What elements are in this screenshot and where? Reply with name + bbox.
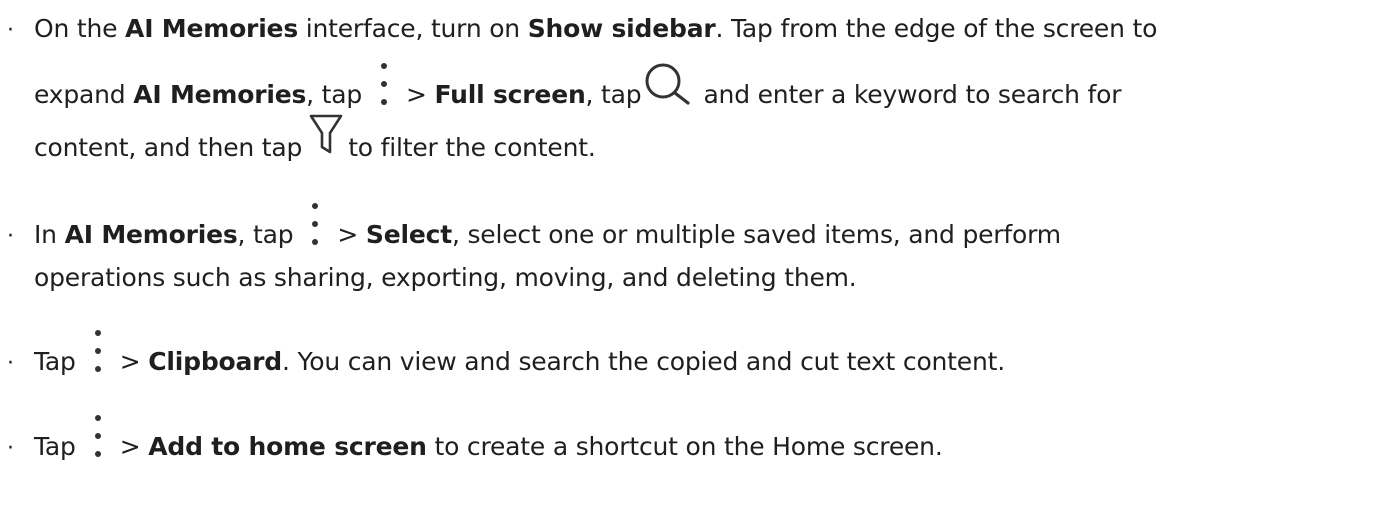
text-span: to create a shortcut on the Home screen. <box>426 432 943 461</box>
text-span: > <box>337 220 366 249</box>
bold-text: Full screen <box>434 80 586 109</box>
text-line: · In AI Memories, tap > Select, select one… <box>7 203 1061 254</box>
text-span: and enter a keyword to search for <box>703 80 1122 109</box>
bullet: · <box>7 436 14 461</box>
text-span: . You can view and search the copied and… <box>281 347 1005 376</box>
text-span: . Tap from the edge of the screen to <box>715 14 1158 43</box>
text-span: , tap <box>306 80 363 109</box>
bold-text: Clipboard <box>148 347 282 376</box>
text-span: interface, turn on <box>298 14 528 43</box>
text-line: · Tap > Add to home screen to create a sho… <box>7 415 943 466</box>
text-span: content, and then tap <box>34 133 303 162</box>
bold-text: AI Memories <box>64 220 238 249</box>
text-span: Tap <box>34 432 76 461</box>
text-span: to filter the content. <box>348 133 596 162</box>
bold-text: AI Memories <box>133 80 307 109</box>
text-line: expand AI Memories, tap > Full screen, ta… <box>34 63 1122 114</box>
text-span: > <box>406 80 435 109</box>
bullet: · <box>7 351 14 376</box>
text-span: > <box>119 432 149 461</box>
bold-text: Add to home screen <box>148 432 427 461</box>
bold-text: AI Memories <box>125 14 298 43</box>
bullet: · <box>7 18 14 43</box>
text-span: > <box>119 347 149 376</box>
text-line: content, and then tap to filter the conte… <box>34 114 596 167</box>
text-span: , tap <box>237 220 294 249</box>
text-span: expand <box>34 80 134 109</box>
text-span: operations such as sharing, exporting, m… <box>34 263 857 292</box>
text-span: , tap <box>585 80 642 109</box>
text-span: Tap <box>34 347 76 376</box>
bold-text: Show sidebar <box>527 14 716 43</box>
text-span: In <box>34 220 65 249</box>
text-line: · Tap > Clipboard. You can view and search… <box>7 330 1005 381</box>
text-span: On the <box>34 14 126 43</box>
text-line: operations such as sharing, exporting, m… <box>34 259 857 297</box>
bold-text: Select <box>365 220 452 249</box>
bullet: · <box>7 224 14 249</box>
text-line: · On the AI Memories interface, turn on S… <box>7 10 1158 48</box>
text-span: , select one or multiple saved items, an… <box>451 220 1061 249</box>
